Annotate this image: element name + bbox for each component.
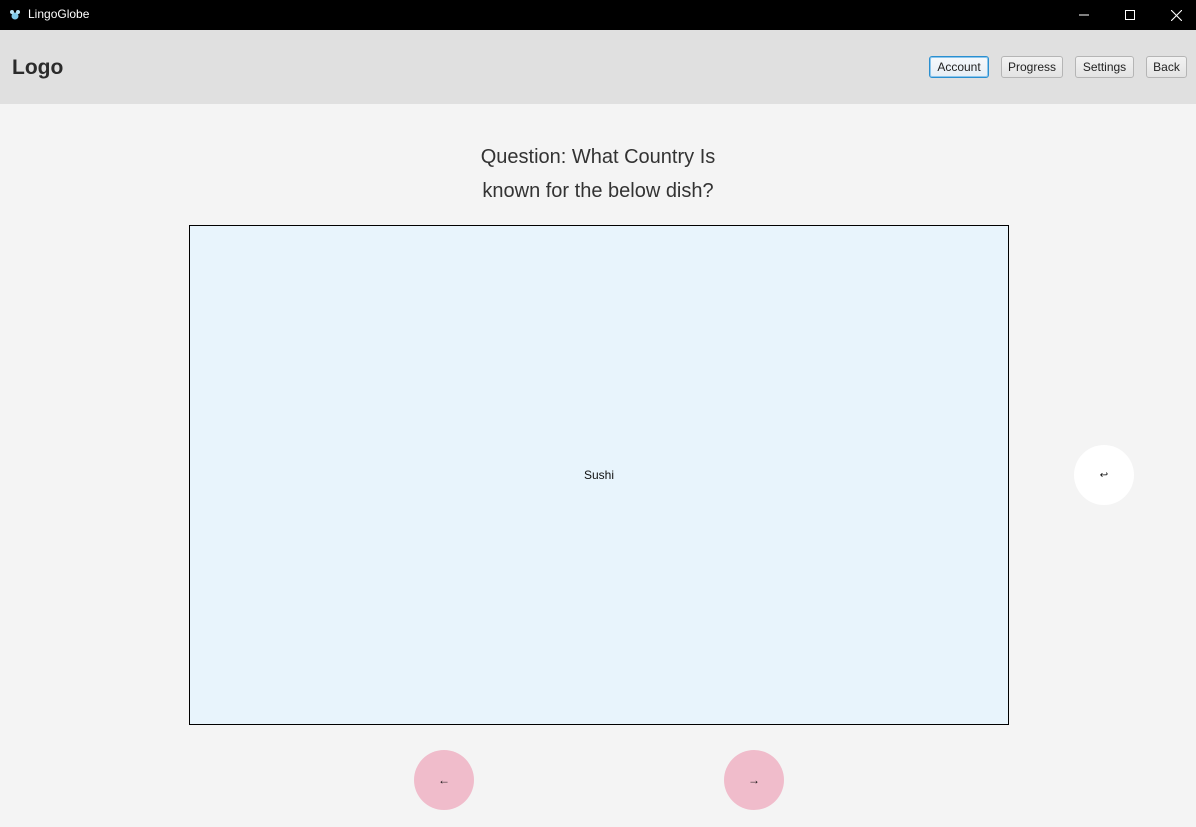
previous-button[interactable]: ← — [414, 750, 474, 810]
question-line-1: Question: What Country Is — [480, 146, 716, 168]
question-text: Question: What Country Is known for the … — [0, 140, 1196, 208]
logo: Logo — [12, 56, 64, 79]
app-header: Logo Account Progress Settings Back — [0, 30, 1196, 104]
flip-card-button[interactable]: ↩ — [1074, 445, 1134, 505]
minimize-icon — [1079, 10, 1089, 20]
window-titlebar: LingoGlobe — [0, 0, 1196, 30]
question-line-2: known for the below dish? — [482, 180, 714, 202]
progress-button[interactable]: Progress — [1001, 56, 1063, 78]
close-icon — [1170, 9, 1182, 21]
flashcard-text: Sushi — [583, 468, 615, 482]
settings-button[interactable]: Settings — [1075, 56, 1134, 78]
arrow-left-icon: ← — [438, 773, 450, 787]
window-title: LingoGlobe — [28, 7, 90, 21]
close-button[interactable] — [1153, 0, 1196, 30]
maximize-icon — [1125, 10, 1135, 20]
app-logo-icon — [9, 8, 21, 20]
account-button[interactable]: Account — [929, 56, 989, 78]
back-button[interactable]: Back — [1146, 56, 1187, 78]
flashcard[interactable]: Sushi — [189, 225, 1009, 725]
arrow-right-icon: → — [748, 773, 760, 787]
minimize-button[interactable] — [1061, 0, 1107, 30]
next-button[interactable]: → — [724, 750, 784, 810]
maximize-button[interactable] — [1107, 0, 1153, 30]
return-arrow-icon: ↩ — [1099, 469, 1109, 481]
